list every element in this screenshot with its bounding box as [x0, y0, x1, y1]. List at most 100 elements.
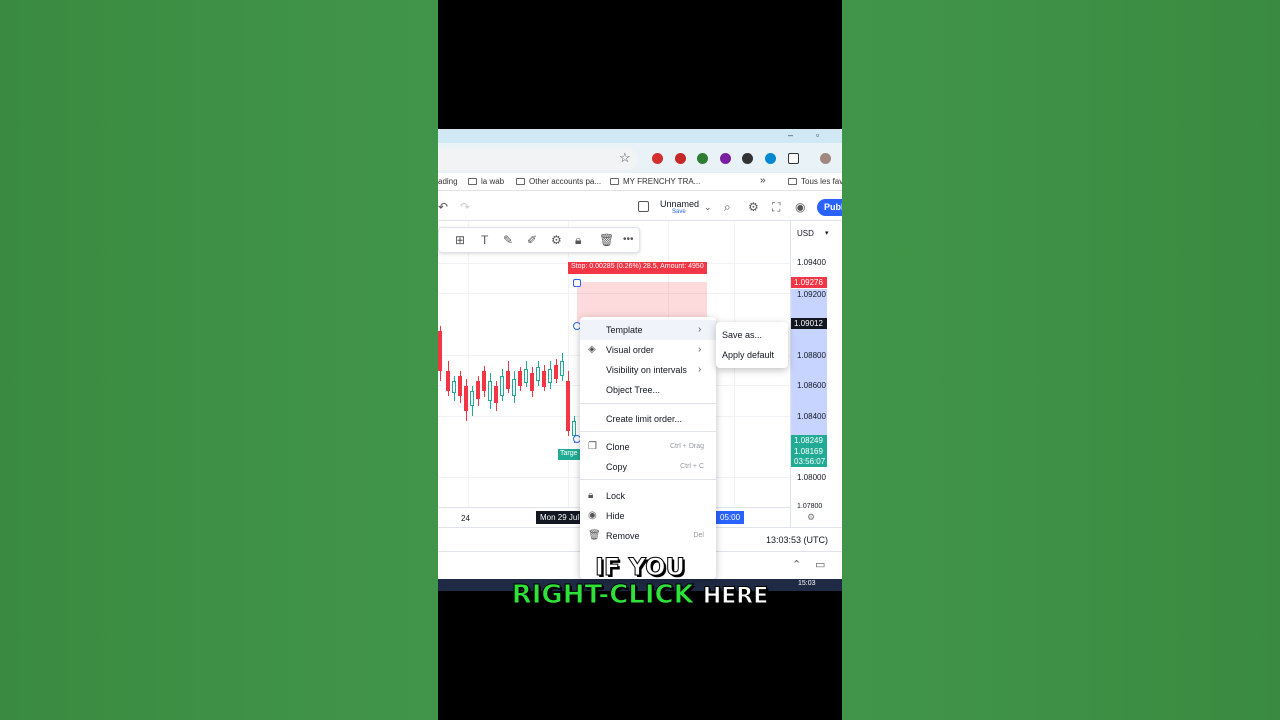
- menu-item-remove[interactable]: 🗑︎ Remove Del: [580, 526, 716, 546]
- candle-body: [470, 391, 474, 406]
- menu-item-visibility[interactable]: Visibility on intervals ›: [580, 360, 716, 380]
- menu-item-label: Copy: [606, 462, 628, 472]
- target-price-badge: 1.08249: [791, 435, 827, 446]
- grid-line: [734, 221, 735, 527]
- maximize-icon[interactable]: ▫: [816, 130, 819, 140]
- fill-color-icon[interactable]: ✐: [527, 233, 537, 247]
- fullscreen-icon[interactable]: ⛶: [772, 200, 780, 215]
- video-frame: – ▫ ☆ ading la wab Other accounts pa... …: [438, 0, 842, 720]
- tradingview-header: ↶ ↷ Unnamed Save ⌄ ⌕ ⚙ ⛶ ◉ Publ: [438, 193, 842, 221]
- folder-icon: [468, 178, 477, 185]
- avatar[interactable]: [820, 153, 831, 164]
- extension-icon[interactable]: [652, 153, 663, 164]
- extension-icon[interactable]: [720, 153, 731, 164]
- menu-divider: [580, 403, 716, 404]
- target-label: Targe: [558, 449, 580, 460]
- settings-icon[interactable]: ⚙: [551, 233, 562, 247]
- menu-item-template[interactable]: Template ›: [580, 320, 716, 340]
- more-icon[interactable]: •••: [623, 234, 634, 245]
- bookmark-star-icon[interactable]: ☆: [619, 150, 631, 166]
- line-color-icon[interactable]: ✎: [503, 233, 513, 247]
- menu-item-label: Object Tree...: [606, 385, 661, 395]
- chevron-down-icon[interactable]: ⌄: [704, 202, 712, 213]
- current-price-badge: 1.09012: [791, 318, 827, 329]
- bookmark-item[interactable]: la wab: [468, 177, 504, 186]
- eye-icon: ◉: [588, 510, 597, 521]
- menu-item-hide[interactable]: ◉ Hide: [580, 506, 716, 526]
- chevron-down-icon[interactable]: ▾: [825, 229, 829, 237]
- publish-button[interactable]: Publ: [817, 199, 842, 216]
- minimize-icon[interactable]: –: [788, 130, 793, 140]
- undo-icon[interactable]: ↶: [438, 200, 448, 214]
- submenu-item-apply-default[interactable]: Apply default: [722, 350, 774, 360]
- bookmark-item[interactable]: ading: [438, 177, 458, 186]
- more-bookmarks-icon[interactable]: »: [760, 175, 766, 186]
- menu-item-shortcut: Ctrl + Drag: [669, 443, 704, 450]
- extension-icon[interactable]: [765, 153, 776, 164]
- candle-body: [464, 386, 468, 411]
- menu-item-label: Remove: [606, 531, 640, 541]
- extension-icon[interactable]: [742, 153, 753, 164]
- candle-body: [530, 373, 534, 391]
- clock: 13:03:53 (UTC): [766, 535, 829, 545]
- chevron-right-icon: ›: [698, 344, 702, 355]
- layout-name[interactable]: Unnamed: [660, 199, 699, 209]
- price-level: 1.08400: [797, 412, 826, 421]
- menu-item-label: Create limit order...: [606, 414, 683, 424]
- candle-body: [506, 371, 510, 389]
- candle-body: [542, 371, 546, 387]
- trash-icon[interactable]: 🗑︎: [599, 233, 614, 247]
- menu-divider: [580, 479, 716, 480]
- candle-body: [458, 376, 462, 396]
- camera-icon[interactable]: ◉: [795, 200, 805, 214]
- price-axis[interactable]: USD ▾ 1.09400 1.09276 1.09200 1.09012 1.…: [790, 221, 842, 527]
- candle-body: [494, 386, 498, 403]
- bookmark-item[interactable]: MY FRENCHY TRA...: [610, 177, 700, 186]
- stop-loss-zone[interactable]: [577, 282, 707, 322]
- menu-item-visual-order[interactable]: ◈ Visual order ›: [580, 340, 716, 360]
- puzzle-icon[interactable]: [788, 153, 799, 164]
- settings-icon[interactable]: ⚙: [748, 200, 759, 214]
- extension-icon[interactable]: [675, 153, 686, 164]
- candle-body: [500, 376, 504, 396]
- candle-body: [512, 379, 516, 396]
- menu-item-shortcut: Ctrl + C: [680, 463, 704, 470]
- drag-handle[interactable]: [573, 279, 581, 287]
- grid-line: [468, 221, 469, 527]
- text-icon[interactable]: T: [481, 233, 488, 247]
- menu-item-label: Hide: [606, 511, 625, 521]
- menu-divider: [580, 431, 716, 432]
- layout-icon[interactable]: [638, 201, 649, 212]
- candle-body: [482, 371, 486, 391]
- menu-item-copy[interactable]: Copy Ctrl + C: [580, 457, 716, 477]
- candle-body: [548, 369, 552, 383]
- chevron-right-icon: ›: [698, 364, 702, 375]
- candle-body: [488, 381, 492, 401]
- extension-icon[interactable]: [697, 153, 708, 164]
- submenu-item-save-as[interactable]: Save as...: [722, 330, 762, 340]
- candle-body: [438, 331, 442, 371]
- price-level: 1.08600: [797, 381, 826, 390]
- background-left: [0, 0, 438, 720]
- redo-icon[interactable]: ↷: [460, 200, 470, 214]
- menu-item-label: Visibility on intervals: [606, 365, 687, 375]
- currency-selector[interactable]: USD: [797, 229, 814, 238]
- menu-item-lock[interactable]: 🔒︎ Lock: [580, 486, 716, 506]
- menu-item-object-tree[interactable]: Object Tree...: [580, 380, 716, 400]
- menu-item-create-limit-order[interactable]: Create limit order...: [580, 409, 716, 429]
- menu-item-label: Template: [606, 325, 643, 335]
- bookmark-item[interactable]: Tous les fav: [788, 177, 842, 186]
- address-bar[interactable]: ☆: [438, 148, 638, 170]
- stop-loss-label: Stop: 0.00285 (0.26%) 28.5, Amount: 4950: [568, 262, 707, 274]
- candle-body: [554, 365, 558, 379]
- bookmarks-bar: ading la wab Other accounts pa... MY FRE…: [438, 173, 842, 191]
- settings-icon[interactable]: ⚙: [807, 512, 815, 523]
- templates-icon[interactable]: ⊞: [455, 233, 465, 247]
- lock-icon[interactable]: 🔒︎: [575, 233, 581, 248]
- search-icon[interactable]: ⌕: [724, 200, 731, 215]
- menu-item-clone[interactable]: ❐ Clone Ctrl + Drag: [580, 437, 716, 457]
- price-level: 1.09200: [797, 290, 826, 299]
- folder-icon: [610, 178, 619, 185]
- bookmark-item[interactable]: Other accounts pa...: [516, 177, 601, 186]
- folder-icon: [788, 178, 797, 185]
